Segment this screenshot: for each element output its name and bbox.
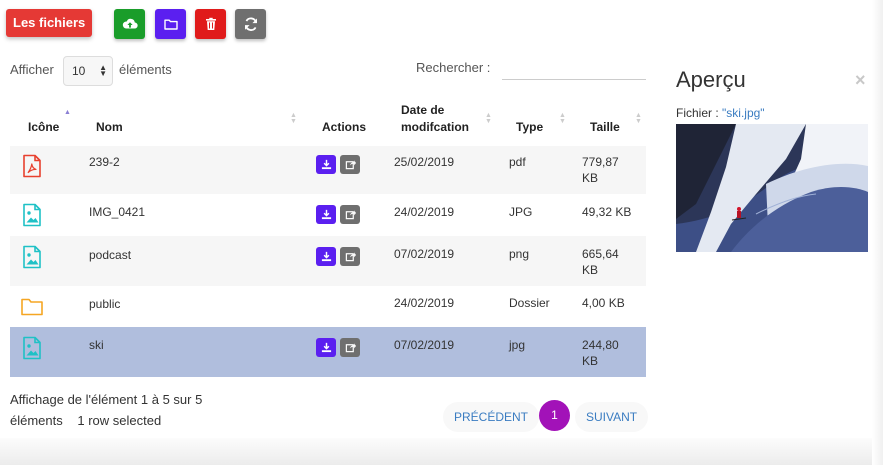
page-length-suffix: éléments	[119, 62, 172, 77]
file-name[interactable]: public	[89, 296, 120, 312]
download-icon	[321, 159, 331, 170]
column-header-date-line2: modifcation	[401, 120, 469, 134]
share-button[interactable]	[340, 205, 360, 224]
folder-icon	[21, 298, 43, 316]
sort-icon: ▲ ▼	[635, 112, 642, 125]
file-size: 49,32 KB	[582, 205, 632, 219]
file-size-unit: KB	[582, 354, 599, 368]
file-size: 779,87	[582, 155, 619, 169]
share-button[interactable]	[340, 338, 360, 357]
next-page-button[interactable]: SUIVANT	[575, 402, 649, 432]
share-button[interactable]	[340, 155, 360, 174]
file-name[interactable]: 239-2	[89, 154, 120, 170]
file-size-unit: KB	[582, 171, 599, 185]
refresh-button[interactable]	[235, 9, 266, 39]
selection-info: 1 row selected	[77, 413, 162, 428]
file-name[interactable]: podcast	[89, 247, 131, 263]
cloud-upload-icon	[122, 18, 138, 29]
share-icon	[345, 160, 356, 170]
share-icon	[345, 210, 356, 220]
folder-icon	[163, 19, 178, 30]
file-type: Dossier	[509, 296, 550, 310]
previous-page-button[interactable]: PRÉCÉDENT	[443, 402, 540, 432]
download-icon	[321, 251, 331, 262]
file-date: 25/02/2019	[394, 155, 455, 169]
file-type: png	[509, 247, 530, 261]
download-button[interactable]	[316, 338, 336, 357]
image-file-icon	[23, 336, 41, 360]
file-size: 665,64	[582, 247, 619, 261]
table-row[interactable]: 239-2 25/02/2019 pdf 779,87 KB	[10, 146, 646, 194]
preview-file-link[interactable]: "ski.jpg"	[722, 106, 765, 120]
preview-file-label: Fichier :	[676, 106, 723, 120]
file-date: 24/02/2019	[394, 296, 455, 310]
table-row[interactable]: podcast 07/02/2019 png 665,64 KB	[10, 236, 646, 286]
refresh-icon	[244, 17, 257, 31]
preview-file-line: Fichier : "ski.jpg"	[676, 106, 765, 120]
select-arrows-icon: ▲ ▼	[99, 63, 107, 78]
image-file-icon	[23, 245, 41, 269]
delete-button[interactable]	[195, 9, 226, 39]
download-button[interactable]	[316, 247, 336, 266]
page-right-edge	[872, 0, 883, 465]
pdf-file-icon	[23, 154, 41, 178]
table-header: Icône ▲ Nom ▲ ▼ Actions Date de modifcati…	[10, 96, 646, 142]
page-length-select[interactable]: 10 ▲ ▼	[63, 56, 113, 86]
file-name[interactable]: ski	[89, 337, 104, 353]
files-title-button[interactable]: Les fichiers	[6, 9, 93, 37]
table-row[interactable]: IMG_0421 24/02/2019 JPG 49,32 KB	[10, 194, 646, 236]
file-date: 24/02/2019	[394, 205, 455, 219]
ski-preview-image	[676, 124, 868, 252]
sort-icon: ▲ ▼	[290, 112, 297, 125]
table-info-line2: éléments	[10, 413, 63, 428]
table-row[interactable]: public 24/02/2019 Dossier 4,00 KB	[10, 286, 646, 327]
show-label: Afficher	[10, 62, 54, 77]
table-info: Affichage de l'élément 1 à 5 sur 5 éléme…	[10, 389, 202, 431]
column-header-type-label: Type	[516, 120, 544, 134]
page-bottom-shade	[0, 438, 883, 465]
download-icon	[321, 209, 331, 220]
image-file-icon	[23, 203, 41, 227]
file-date: 07/02/2019	[394, 247, 455, 261]
file-size-unit: KB	[582, 263, 599, 277]
column-header-name-label: Nom	[96, 120, 123, 134]
new-folder-button[interactable]	[155, 9, 186, 39]
file-size: 244,80	[582, 338, 619, 352]
page-1-button[interactable]: 1	[539, 400, 570, 431]
column-header-size-label: Taille	[590, 120, 620, 134]
page-length-value: 10	[72, 64, 86, 78]
upload-button[interactable]	[114, 9, 145, 39]
share-icon	[345, 252, 356, 262]
table-info-line1: Affichage de l'élément 1 à 5 sur 5	[10, 392, 203, 407]
column-header-date-line1: Date de	[401, 103, 445, 117]
file-date: 07/02/2019	[394, 338, 455, 352]
sort-icon: ▲ ▼	[485, 112, 492, 125]
preview-title: Aperçu	[676, 67, 746, 92]
file-name[interactable]: IMG_0421	[89, 204, 145, 220]
download-button[interactable]	[316, 155, 336, 174]
sort-asc-icon: ▲	[64, 109, 71, 116]
column-header-icon-label: Icône	[28, 120, 60, 134]
column-header-actions-label: Actions	[322, 120, 367, 134]
share-button[interactable]	[340, 247, 360, 266]
search-input[interactable]	[502, 56, 646, 80]
table-row-selected[interactable]: ski 07/02/2019 jpg 244,80 KB	[10, 327, 646, 377]
search-label: Rechercher :	[416, 60, 491, 75]
file-type: pdf	[509, 155, 526, 169]
download-icon	[321, 342, 331, 353]
trash-icon	[205, 17, 216, 30]
file-type: jpg	[509, 338, 526, 352]
toolbar: Les fichiers	[6, 7, 93, 39]
file-type: JPG	[509, 205, 533, 219]
close-icon[interactable]: ×	[855, 70, 866, 91]
file-size: 4,00 KB	[582, 296, 625, 310]
download-button[interactable]	[316, 205, 336, 224]
sort-icon: ▲ ▼	[559, 112, 566, 125]
share-icon	[345, 343, 356, 353]
